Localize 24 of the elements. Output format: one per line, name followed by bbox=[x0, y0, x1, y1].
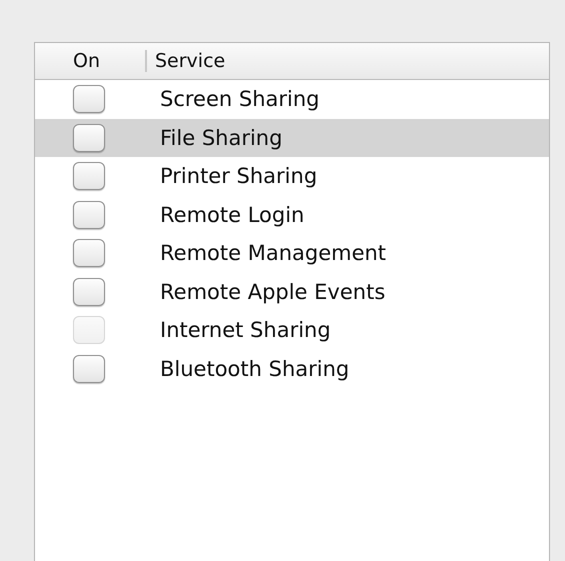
service-name: Screen Sharing bbox=[160, 87, 320, 112]
service-name: Remote Management bbox=[160, 241, 386, 266]
service-name: Remote Login bbox=[160, 202, 304, 227]
service-row[interactable]: Remote Apple Events bbox=[35, 272, 549, 311]
service-row[interactable]: Remote Management bbox=[35, 234, 549, 272]
service-row[interactable]: Screen Sharing bbox=[35, 80, 549, 118]
service-name: Internet Sharing bbox=[160, 318, 331, 342]
service-row[interactable]: File Sharing bbox=[35, 118, 549, 157]
checkbox[interactable] bbox=[73, 124, 105, 152]
service-row[interactable]: Bluetooth Sharing bbox=[35, 350, 549, 388]
column-header[interactable]: Service bbox=[145, 50, 226, 72]
checkbox[interactable] bbox=[73, 162, 105, 190]
service-name: Bluetooth Sharing bbox=[160, 356, 350, 381]
service-name: Printer Sharing bbox=[160, 164, 318, 188]
service-name: Remote Apple Events bbox=[160, 280, 386, 304]
checkbox[interactable] bbox=[73, 239, 105, 268]
column-header[interactable]: On bbox=[35, 50, 109, 72]
service-row[interactable]: Printer Sharing bbox=[35, 157, 549, 196]
checkbox[interactable] bbox=[73, 278, 105, 306]
checkbox[interactable] bbox=[73, 85, 105, 114]
checkbox[interactable] bbox=[73, 200, 105, 229]
service-row[interactable]: Remote Login bbox=[35, 196, 549, 234]
checkbox[interactable] bbox=[73, 354, 105, 383]
service-name: File Sharing bbox=[160, 126, 282, 150]
